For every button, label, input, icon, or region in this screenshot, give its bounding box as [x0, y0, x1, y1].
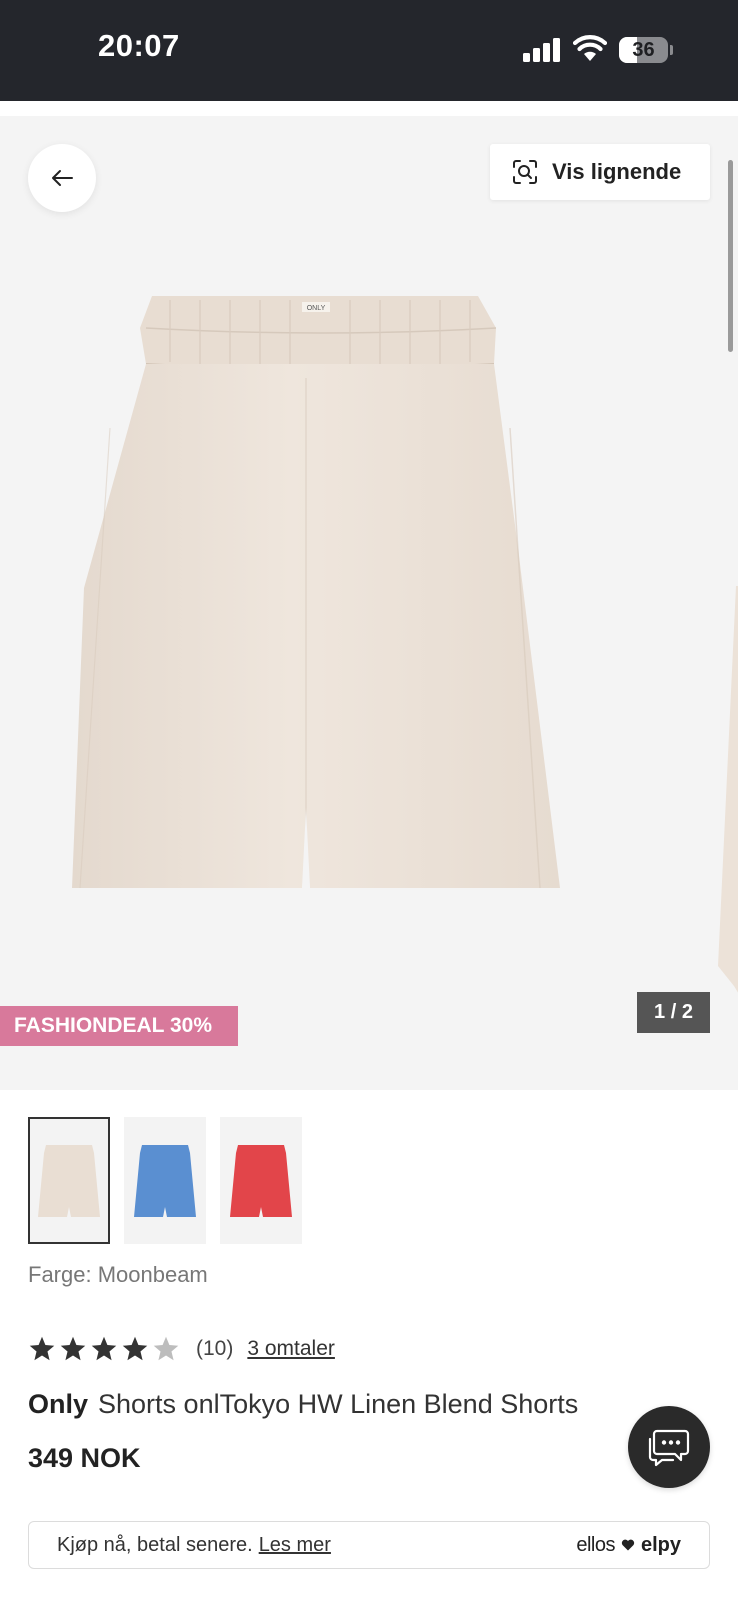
product-title: Only Shorts onlTokyo HW Linen Blend Short… [28, 1389, 578, 1420]
thumbnail-shorts-image [134, 1144, 196, 1217]
product-name: Shorts onlTokyo HW Linen Blend Shorts [98, 1389, 579, 1419]
pay-later-text: Kjøp nå, betal senere. [57, 1533, 253, 1556]
rating-count: (10) [196, 1337, 234, 1360]
logo-elpy-text: elpy [640, 1533, 681, 1556]
ellos-elpy-logo: ellos elpy [576, 1534, 681, 1557]
battery-icon: 36 [619, 37, 673, 63]
star-rating [28, 1335, 180, 1363]
thumbnail-shorts-image [38, 1144, 100, 1217]
status-bar: 20:07 36 [0, 0, 738, 101]
read-more-link[interactable]: Les mer [259, 1534, 331, 1557]
show-similar-label: Vis lignende [552, 159, 682, 184]
product-photo: ONLY [72, 296, 560, 889]
product-price: 349 NOK [28, 1443, 141, 1473]
star-icon [153, 1336, 179, 1361]
color-variant-red[interactable] [220, 1117, 302, 1244]
selected-color-label: Farge: Moonbeam [28, 1262, 208, 1287]
product-brand[interactable]: Only [28, 1389, 88, 1419]
deal-badge: FASHIONDEAL 30% [0, 1006, 238, 1046]
color-variant-blue[interactable] [124, 1117, 206, 1244]
back-button[interactable] [28, 144, 96, 212]
reviews-link[interactable]: 3 omtaler [247, 1337, 335, 1361]
wifi-icon [573, 35, 607, 61]
status-time: 20:07 [98, 28, 180, 63]
cellular-signal-icon [523, 38, 563, 62]
battery-level: 36 [632, 39, 655, 61]
logo-ellos-text: ellos [576, 1533, 615, 1556]
arrow-left-icon [52, 170, 73, 186]
next-product-photo-edge [718, 586, 738, 993]
chat-button[interactable] [628, 1406, 710, 1488]
visual-search-icon [513, 160, 537, 184]
show-similar-button[interactable]: Vis lignende [490, 144, 710, 200]
star-icon [122, 1336, 148, 1361]
rating-row: (10) 3 omtaler [28, 1333, 335, 1365]
product-image-gallery[interactable]: Vis lignende ONLY FASHIONDEAL 30% 1 / 2 [0, 116, 738, 1090]
image-counter: 1 / 2 [637, 992, 710, 1033]
shorts-label-text: ONLY [307, 305, 326, 312]
chat-icon [648, 1429, 690, 1467]
thumbnail-shorts-image [230, 1144, 292, 1217]
gallery-scrollbar[interactable] [728, 160, 733, 352]
star-icon [60, 1336, 86, 1361]
pay-later-banner: Kjøp nå, betal senere. Les mer ellos elp… [28, 1521, 710, 1569]
star-icon [29, 1336, 55, 1361]
star-icon [91, 1336, 117, 1361]
color-variant-moonbeam[interactable] [28, 1117, 110, 1244]
heart-icon [621, 1539, 635, 1551]
